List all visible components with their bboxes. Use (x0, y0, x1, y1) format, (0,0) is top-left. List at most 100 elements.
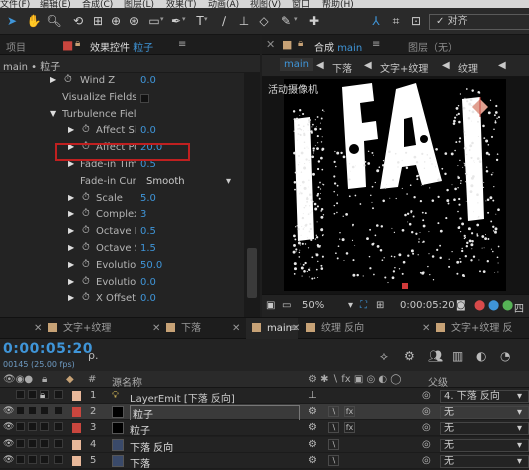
close-tab-icon[interactable]: ✕ (152, 318, 160, 339)
property-value[interactable]: 3 (140, 209, 146, 220)
timeline-layer-row[interactable]: 🔒︎ 1 💡︎ LayerEmit [下落 反向] ⊥ ◎ 4. 下落 反向 ▾ (0, 388, 529, 405)
crumb-xialuo[interactable]: 下落 (332, 60, 352, 75)
timeline-tab[interactable]: 纹理 反向 (306, 318, 364, 339)
menu-edit[interactable]: 编辑(E) (40, 0, 71, 8)
stopwatch-icon[interactable]: ⏱ (64, 74, 72, 85)
visualize-fields-checkbox[interactable] (140, 93, 149, 103)
menu-animation[interactable]: 动画(A) (208, 0, 239, 8)
layer-switch-box[interactable] (28, 438, 37, 448)
property-value[interactable]: 0.5 (140, 226, 156, 237)
layer-anchor-marker[interactable] (402, 283, 408, 289)
parent-dropdown[interactable]: 无 ▾ (440, 422, 529, 436)
effect-property-row[interactable]: Fade-in Curv Smooth ▾ (0, 174, 244, 191)
clone-stamp-tool-icon[interactable]: ⊥ (236, 13, 252, 29)
zoom-dropdown-arrow-icon[interactable]: ▾ (348, 300, 353, 311)
layer-label-color[interactable] (72, 439, 81, 450)
effect-property-row[interactable]: ▶ ⏱ Wind Z 0.0 (0, 73, 244, 90)
roto-dropdown-icon[interactable]: ▾ (294, 15, 298, 23)
graph-editor-icon[interactable]: ◔ (500, 349, 510, 363)
lock-icon[interactable]: 🔒︎ (298, 38, 303, 49)
layer-switch-box[interactable] (16, 438, 25, 448)
tab-layer[interactable]: 图层（无） (408, 39, 458, 54)
twirl-closed-icon[interactable]: ▶ (68, 260, 74, 269)
effect-property-row[interactable]: ▶ ⏱ Octave S 1.5 (0, 241, 244, 258)
menu-layer[interactable]: 图层(L) (124, 0, 154, 8)
channel-blue-icon[interactable]: ⬤ (502, 300, 513, 311)
effects-switch-icon[interactable]: fx (344, 406, 355, 418)
panel-menu-icon[interactable]: ≡ (178, 39, 186, 50)
local-axis-icon[interactable]: ⅄ (368, 13, 384, 29)
layer-switch-box[interactable] (16, 390, 25, 399)
menu-window[interactable]: 窗口 (292, 0, 310, 8)
search-icon[interactable]: ρ. (88, 349, 98, 362)
shy-switch-icon[interactable]: ⚙ (308, 439, 317, 450)
close-tab-icon[interactable]: ✕ (232, 318, 240, 339)
menu-composition[interactable]: 合成(C) (82, 0, 113, 8)
stopwatch-icon[interactable]: ⏱ (82, 259, 90, 270)
draft-3d-icon[interactable]: ⚙ (404, 349, 415, 363)
pen-dropdown-icon[interactable]: ▾ (182, 15, 186, 23)
snapshot-toggle-icon[interactable]: ▣ (266, 300, 275, 311)
timeline-tab[interactable]: 下落 (166, 318, 201, 339)
stopwatch-icon[interactable]: ⏱ (82, 292, 90, 303)
property-value[interactable]: 0.0 (140, 277, 156, 288)
hand-tool-icon[interactable]: ✋ (26, 13, 42, 29)
stopwatch-icon[interactable]: ⏱ (82, 242, 90, 253)
property-value[interactable]: 5.0 (140, 193, 156, 204)
quality-switch-icon[interactable]: ∖ (328, 422, 339, 434)
zoom-tool-icon[interactable]: 🔍︎ (46, 13, 62, 29)
quality-dropdown[interactable]: 四 (514, 300, 524, 315)
twirl-closed-icon[interactable]: ▶ (68, 125, 74, 134)
stopwatch-icon[interactable]: ⏱ (82, 276, 90, 287)
effect-property-row[interactable]: ▶ ⏱ Scale 5.0 (0, 191, 244, 208)
layer-switch-box[interactable] (16, 406, 25, 416)
twirl-closed-icon[interactable]: ▶ (68, 209, 74, 218)
layer-switch-box[interactable] (54, 406, 63, 416)
col-source-name[interactable]: 源名称 (112, 374, 142, 389)
effect-property-row[interactable]: ▶ ⏱ Evolution 50.0 (0, 258, 244, 275)
shy-layers-icon[interactable]: 👥︎ (428, 349, 443, 363)
quality-switch-icon[interactable]: ∖ (328, 438, 339, 450)
layer-label-color[interactable] (72, 407, 81, 418)
close-tab-icon[interactable]: ✕ (422, 318, 430, 339)
crumb-text-texture[interactable]: 文字+纹理 (380, 60, 428, 75)
timeline-tab[interactable]: 文字+纹理 (48, 318, 111, 339)
menu-help[interactable]: 帮助(H) (322, 0, 354, 8)
layer-name[interactable]: 下落 反向 (130, 439, 173, 454)
selection-tool-icon[interactable]: ➤ (4, 13, 20, 29)
effect-property-row[interactable]: ▶ ⏱ Evolution 0.0 (0, 275, 244, 292)
tab-effect-controls[interactable]: 效果控件 粒子 (90, 39, 153, 54)
eye-icon[interactable]: 👁 (3, 422, 14, 432)
fade-in-curve-dropdown[interactable]: Smooth (146, 176, 185, 187)
effect-property-row[interactable]: ▶ ⏱ Octave M 0.5 (0, 224, 244, 241)
layer-switch-box[interactable] (16, 422, 25, 432)
motion-blur-icon[interactable]: ◐ (476, 349, 486, 363)
shy-switch-icon[interactable]: ⊥ (308, 390, 317, 401)
layer-label-color[interactable] (72, 455, 81, 466)
roto-brush-tool-icon[interactable]: ✎ (278, 13, 294, 29)
effect-property-row[interactable]: Visualize Fields (0, 90, 244, 107)
lock-icon[interactable]: 🔒︎ (75, 38, 80, 49)
quality-switch-icon[interactable]: ∖ (328, 454, 339, 466)
layer-switch-box[interactable] (28, 390, 37, 399)
close-tab-icon[interactable]: ■ (62, 38, 73, 52)
twirl-closed-icon[interactable]: ▶ (50, 75, 56, 84)
parent-dropdown[interactable]: 4. 下落 反向 ▾ (440, 390, 529, 403)
twirl-closed-icon[interactable]: ▶ (68, 277, 74, 286)
show-channel-icon[interactable]: ⬤ (474, 300, 485, 311)
close-tab-icon[interactable]: ✕ (34, 318, 42, 339)
parent-dropdown[interactable]: 无 ▾ (440, 406, 529, 420)
pick-whip-icon[interactable]: ◎ (422, 390, 431, 401)
shy-switch-icon[interactable]: ⚙ (308, 422, 317, 433)
close-tab-icon[interactable]: ✕ (266, 38, 275, 51)
parent-dropdown[interactable]: 无 ▾ (440, 454, 529, 468)
panel-menu-icon[interactable]: ≡ (372, 39, 380, 50)
zoom-dropdown[interactable]: 50% (302, 300, 324, 311)
view-axis-icon[interactable]: ⊡ (408, 13, 424, 29)
viewer-timecode[interactable]: 0:00:05:20 (400, 300, 455, 311)
timeline-layer-row[interactable]: 👁 2 粒子 ⚙ ∖ fx ◎ 无 ▾ (0, 404, 529, 423)
snapshot-camera-icon[interactable]: ◙ (456, 300, 466, 311)
layer-switch-box[interactable] (16, 454, 25, 464)
channel-green-icon[interactable]: ⬤ (488, 300, 499, 311)
crumb-texture[interactable]: 纹理 (458, 60, 478, 75)
